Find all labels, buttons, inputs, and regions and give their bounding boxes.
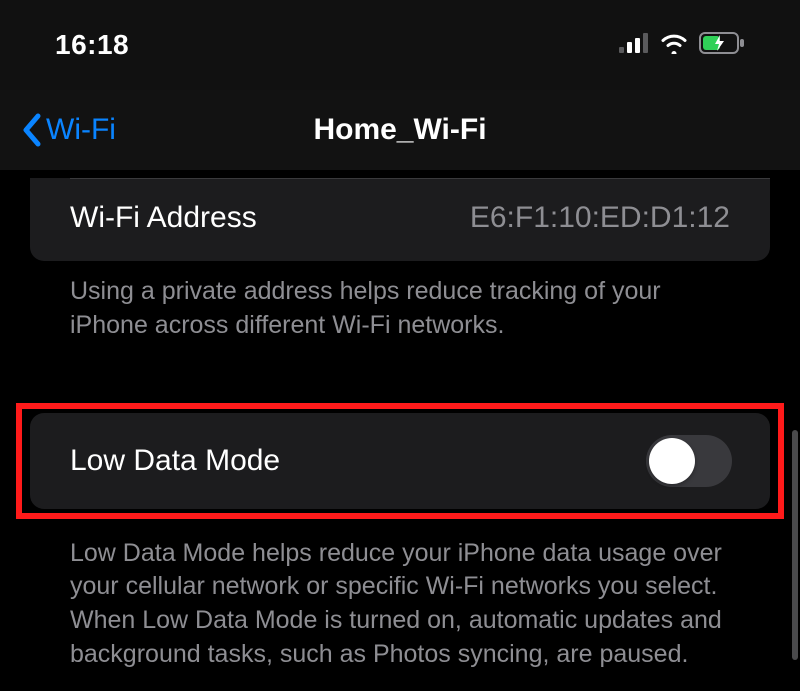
status-bar: 16:18 xyxy=(0,0,800,90)
low-data-mode-row[interactable]: Low Data Mode xyxy=(30,413,770,509)
wifi-icon xyxy=(659,32,689,59)
low-data-mode-card: Low Data Mode xyxy=(30,413,770,509)
wifi-address-card: Wi-Fi Address E6:F1:10:ED:D1:12 xyxy=(30,178,770,261)
wifi-address-label: Wi-Fi Address xyxy=(70,201,257,235)
low-data-mode-description: Low Data Mode helps reduce your iPhone d… xyxy=(30,519,770,672)
wifi-address-description: Using a private address helps reduce tra… xyxy=(30,261,770,343)
back-button[interactable]: Wi-Fi xyxy=(20,112,116,148)
page-title: Home_Wi-Fi xyxy=(313,113,486,147)
navigation-bar: Wi-Fi Home_Wi-Fi xyxy=(0,90,800,170)
low-data-mode-label: Low Data Mode xyxy=(70,444,280,478)
wifi-address-row[interactable]: Wi-Fi Address E6:F1:10:ED:D1:12 xyxy=(30,179,770,261)
back-label: Wi-Fi xyxy=(46,113,116,147)
chevron-left-icon xyxy=(20,112,42,148)
highlight-annotation: Low Data Mode xyxy=(16,403,784,519)
toggle-knob xyxy=(649,438,695,484)
status-time: 16:18 xyxy=(55,29,129,61)
scroll-indicator[interactable] xyxy=(792,430,798,660)
wifi-address-value: E6:F1:10:ED:D1:12 xyxy=(470,201,730,235)
low-data-mode-toggle[interactable] xyxy=(646,435,732,487)
battery-charging-icon xyxy=(699,32,745,59)
cellular-signal-icon xyxy=(619,33,649,58)
status-icons xyxy=(619,32,745,59)
